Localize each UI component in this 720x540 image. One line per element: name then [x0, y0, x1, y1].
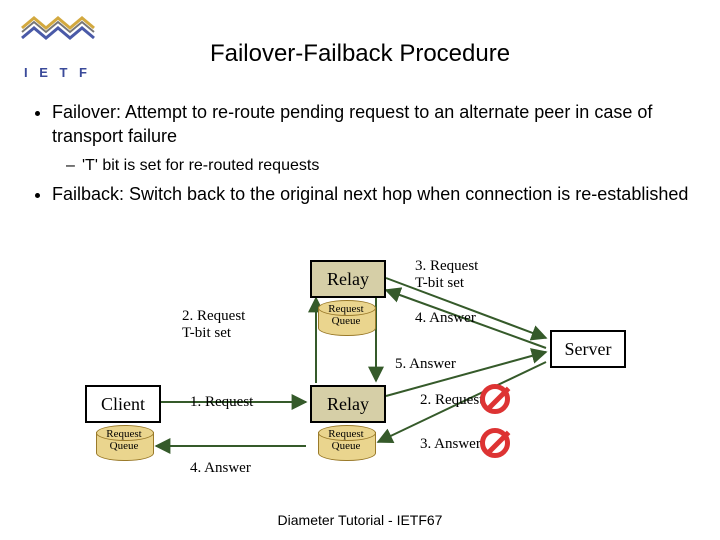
- queue-label: Request Queue: [93, 428, 155, 452]
- relay-top-label: Relay: [327, 269, 369, 290]
- server-node: Server: [550, 330, 626, 368]
- edge-4-answer-back: 4. Answer: [190, 460, 251, 477]
- request-queue-relay1: Request Queue: [318, 300, 374, 340]
- bullet-failback: Failback: Switch back to the original ne…: [52, 182, 690, 206]
- request-queue-relay2: Request Queue: [318, 425, 374, 465]
- prohibit-icon: [480, 384, 510, 414]
- server-label: Server: [565, 339, 612, 360]
- prohibit-icon: [480, 428, 510, 458]
- slide-title: Failover-Failback Procedure: [0, 40, 720, 68]
- edge-2-request-tbit: 2. Request T-bit set: [182, 308, 272, 343]
- relay-node-bottom: Relay: [310, 385, 386, 423]
- edge-3-answer-blocked: 3. Answer: [420, 436, 481, 453]
- diagram: Client Relay Relay Server Request Queue …: [0, 250, 720, 510]
- relay-bottom-label: Relay: [327, 394, 369, 415]
- edge-3-request-tbit: 3. Request T-bit set: [415, 258, 505, 293]
- request-queue-client: Request Queue: [96, 425, 152, 465]
- bullets: Failover: Attempt to re-route pending re…: [30, 100, 690, 212]
- edge-4-answer: 4. Answer: [415, 310, 476, 327]
- client-label: Client: [101, 394, 145, 415]
- footer: Diameter Tutorial - IETF67: [0, 512, 720, 528]
- queue-label: Request Queue: [315, 303, 377, 327]
- edge-2-request-blocked: 2. Request: [420, 392, 483, 409]
- edge-1-request: 1. Request: [190, 394, 253, 411]
- relay-node-top: Relay: [310, 260, 386, 298]
- bullet-failover: Failover: Attempt to re-route pending re…: [52, 100, 690, 149]
- bullet-failover-sub: 'T' bit is set for re-routed requests: [82, 157, 319, 174]
- edge-5-answer: 5. Answer: [395, 356, 456, 373]
- queue-label: Request Queue: [315, 428, 377, 452]
- client-node: Client: [85, 385, 161, 423]
